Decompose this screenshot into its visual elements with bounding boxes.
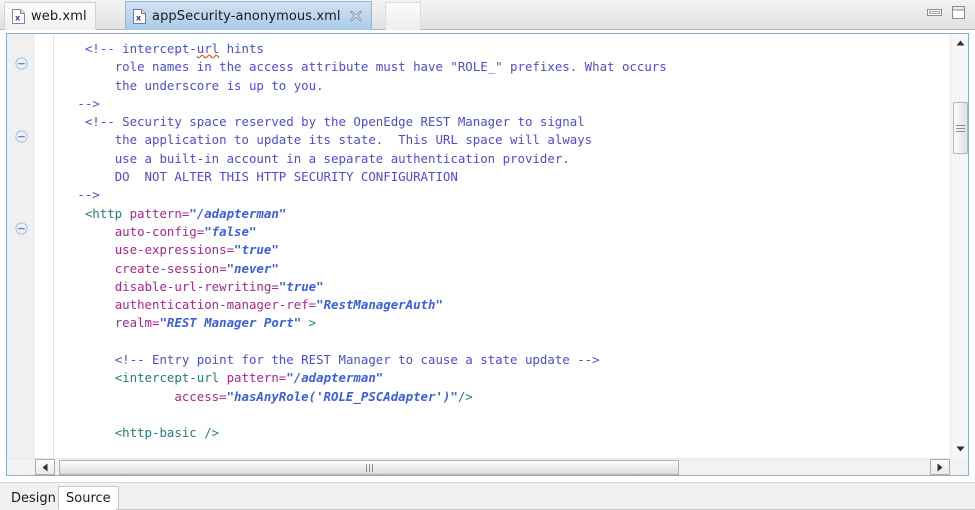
collapse-fold-icon[interactable] [15,128,28,143]
editor-tab-appsecurity-anonymous-xml[interactable]: x appSecurity-anonymous.xml [125,1,372,30]
close-icon[interactable] [349,9,363,23]
code-line: DO NOT ALTER THIS HTTP SECURITY CONFIGUR… [55,168,948,186]
editor-tab-bar: x web.xml x appSecurity-anonymous.xml [0,0,975,30]
xml-file-icon: x [133,8,146,24]
horizontal-scrollbar[interactable] [7,458,950,475]
tab-source-label: Source [66,490,111,506]
code-token: the application to update its state. Thi… [114,132,593,148]
code-line: authentication-manager-ref="RestManagerA… [55,296,948,314]
code-token: pattern= [226,370,287,386]
tab-design-label: Design [11,490,56,506]
scroll-left-arrow-icon[interactable] [35,459,55,475]
code-line: the application to update its state. Thi… [55,131,948,149]
tab-design[interactable]: Design [4,486,63,510]
source-editor: <!-- intercept-url hints role names in t… [6,33,969,476]
scrollbar-corner [950,458,968,475]
code-token: hints [219,41,264,56]
code-token: auto-config= [114,223,205,239]
code-token: <!-- Security space reserved by the Open… [84,114,585,130]
code-line: <http-basic /> [55,424,948,442]
code-token: --> [77,95,100,111]
editor-gutter [7,34,35,475]
code-token: disable-url-rewriting= [114,278,279,294]
code-token: "hasAnyRole('ROLE_PSCAdapter')" [226,388,458,404]
editor-tab-overflow-area [385,2,421,30]
scroll-down-arrow-icon[interactable] [951,440,969,458]
xml-file-icon: x [12,9,25,24]
maximize-button[interactable] [950,5,967,20]
collapse-fold-icon[interactable] [15,220,28,235]
editor-tab-label: web.xml [31,9,87,24]
code-token: url [196,41,220,56]
scroll-right-arrow-icon[interactable] [930,459,950,475]
code-line: <!-- intercept-url hints [55,40,948,58]
code-line: role names in the access attribute must … [55,58,948,76]
code-token: "true" [278,278,324,294]
code-line: <!-- Security space reserved by the Open… [55,113,948,131]
vertical-scrollbar-thumb[interactable] [953,102,968,154]
code-token: > [301,315,317,331]
code-token: use a built-in account in a separate aut… [114,150,570,166]
gutter-separator [53,34,54,475]
vertical-scrollbar[interactable] [950,34,968,458]
code-token: <!-- intercept- [84,41,197,56]
code-token: "/adapterman" [189,205,287,221]
code-token: access= [174,388,227,404]
code-token: create-session= [114,260,227,276]
code-token: role names in the access attribute must … [114,59,667,75]
code-line: <http pattern="/adapterman" [55,205,948,223]
code-line: create-session="never" [55,260,948,278]
tab-source[interactable]: Source [58,486,119,510]
code-token: "/adapterman" [286,370,384,386]
code-token: "false" [204,223,257,239]
code-token: "true" [234,242,279,258]
editor-page-tabs: Design Source [0,482,975,510]
collapse-fold-icon[interactable] [15,55,28,70]
editor-tab-label: appSecurity-anonymous.xml [152,8,341,24]
code-token: /> [457,388,473,404]
code-token: realm= [114,315,160,331]
code-line: --> [55,95,948,113]
xml-editor-window: x web.xml x appSecurity-anonymous.xml <!… [0,0,975,510]
code-token: the underscore is up to you. [114,77,324,93]
code-line: use a built-in account in a separate aut… [55,150,948,168]
code-line: <!-- Entry point for the REST Manager to… [55,351,948,369]
code-line: auto-config="false" [55,223,948,241]
code-line: realm="REST Manager Port" > [55,314,948,332]
code-token: authentication-manager-ref= [114,297,317,313]
svg-text:x: x [136,13,142,22]
editor-tab-web-xml[interactable]: x web.xml [4,2,96,30]
code-line: <intercept-url pattern="/adapterman" [55,369,948,387]
code-token: DO NOT ALTER THIS HTTP SECURITY CONFIGUR… [114,169,458,185]
code-line: the underscore is up to you. [55,77,948,95]
code-text-area[interactable]: <!-- intercept-url hints role names in t… [55,40,948,453]
scrollbar-grip-icon [365,463,373,472]
code-token: pattern= [129,205,190,221]
code-line: access="hasAnyRole('ROLE_PSCAdapter')"/> [55,388,948,406]
code-line: disable-url-rewriting="true" [55,278,948,296]
code-line: --> [55,186,948,204]
code-token: use-expressions= [114,242,235,258]
code-token: "REST Manager Port" [159,315,302,331]
scrollbar-grip-icon [956,123,965,134]
code-line: use-expressions="true" [55,241,948,259]
svg-text:x: x [15,14,21,23]
window-controls [926,5,967,20]
code-token: <!-- Entry point for the REST Manager to… [114,352,600,368]
code-token: <http [84,205,130,221]
code-token: <intercept-url [114,370,227,386]
code-token: "RestManagerAuth" [316,297,443,313]
scroll-up-arrow-icon[interactable] [951,34,969,52]
code-token: --> [77,187,100,203]
code-token: "never" [226,260,279,276]
horizontal-scrollbar-thumb[interactable] [59,460,679,475]
minimize-button[interactable] [926,5,943,20]
code-token: <http-basic /> [114,425,220,441]
